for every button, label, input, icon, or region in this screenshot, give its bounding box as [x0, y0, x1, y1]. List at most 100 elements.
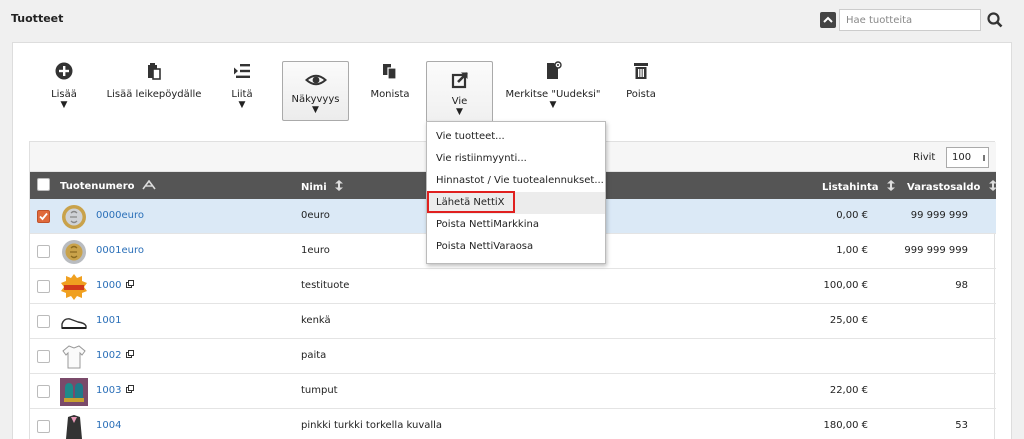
paste-button[interactable]: Liitä ▼	[227, 61, 257, 123]
shoe-thumbnail	[61, 318, 87, 329]
rows-label: Rivit	[913, 152, 936, 163]
menu-item-remove-nettivaraosa[interactable]: Poista NettiVaraosa	[427, 236, 605, 258]
search-input[interactable]	[839, 9, 981, 31]
copy-icon	[383, 64, 397, 80]
menu-item-export-cross-selling[interactable]: Vie ristiinmyynti...	[427, 148, 605, 170]
table-row[interactable]: 1003 tumput 22,00 €	[30, 374, 996, 409]
product-price: 1,00 €	[836, 245, 868, 256]
column-header-name[interactable]: Nimi	[301, 180, 344, 193]
sort-alpha-icon	[142, 179, 156, 190]
paste-dropdown-arrow: ▼	[238, 100, 246, 110]
menu-item-export-products[interactable]: Vie tuotteet...	[427, 126, 605, 148]
table-row[interactable]: 1000 testituote 100,00 € 98	[30, 269, 996, 304]
paste-label: Liitä	[231, 89, 253, 100]
rows-per-page-select[interactable]: 100	[946, 147, 989, 168]
product-name: pinkki turkki torkella kuvalla	[301, 420, 443, 431]
menu-item-price-lists[interactable]: Hinnastot / Vie tuotealennukset...	[427, 170, 605, 192]
row-checkbox-checked[interactable]	[37, 210, 50, 223]
coin-thumbnail	[62, 240, 86, 264]
column-header-price-label: Listahinta	[822, 182, 879, 193]
visibility-dropdown-arrow: ▼	[312, 105, 319, 115]
popup-icon[interactable]	[126, 385, 135, 393]
page-header: Tuotteet	[0, 0, 1024, 42]
add-label: Lisää	[51, 89, 77, 100]
mark-as-new-button[interactable]: Merkitse "Uudeksi" ▼	[499, 61, 607, 123]
delete-button[interactable]: Poista	[619, 61, 663, 123]
mark-as-new-label: Merkitse "Uudeksi"	[505, 89, 601, 100]
indent-icon	[234, 64, 250, 78]
search-options-toggle[interactable]	[820, 12, 836, 28]
product-price: 100,00 €	[823, 280, 868, 291]
new-file-icon	[547, 61, 562, 79]
table-row[interactable]: 1002 paita	[30, 339, 996, 374]
product-code-link[interactable]: 1002	[96, 350, 135, 361]
product-code-link[interactable]: 0001euro	[96, 245, 144, 256]
row-checkbox[interactable]	[37, 420, 50, 433]
delete-label: Poista	[626, 89, 656, 100]
product-code-text: 1003	[96, 385, 122, 396]
product-price: 22,00 €	[829, 385, 868, 396]
product-name: testituote	[301, 280, 350, 291]
highlight-box	[427, 191, 515, 213]
coin-thumbnail	[62, 205, 86, 229]
visibility-label: Näkyvyys	[291, 94, 340, 105]
row-checkbox[interactable]	[37, 280, 50, 293]
mittens-thumbnail	[60, 378, 88, 406]
column-header-stock-label: Varastosaldo	[907, 182, 981, 193]
product-name: 0euro	[301, 210, 330, 221]
product-price: 180,00 €	[823, 420, 868, 431]
coat-thumbnail	[66, 415, 82, 439]
search-icon	[987, 12, 1003, 28]
product-code-link[interactable]: 1000	[96, 280, 135, 291]
select-arrows-icon	[983, 155, 985, 161]
sort-icon	[335, 180, 344, 191]
visibility-button[interactable]: Näkyvyys ▼	[282, 61, 349, 121]
product-code-link[interactable]: 0000euro	[96, 210, 144, 221]
select-all-checkbox[interactable]	[37, 178, 50, 191]
sort-icon	[886, 180, 895, 191]
product-name: tumput	[301, 385, 338, 396]
column-header-code-label: Tuotenumero	[60, 181, 135, 192]
clipboard-icon	[148, 63, 161, 80]
product-code-link[interactable]: 1004	[96, 420, 121, 431]
product-stock: 99 999 999	[910, 210, 968, 221]
table-row[interactable]: 1001 kenkä 25,00 €	[30, 304, 996, 339]
add-dropdown-arrow: ▼	[60, 100, 68, 110]
product-price: 25,00 €	[829, 315, 868, 326]
product-stock: 98	[955, 280, 968, 291]
trash-icon	[634, 63, 648, 79]
product-name: paita	[301, 350, 327, 361]
row-checkbox[interactable]	[37, 385, 50, 398]
shirt-thumbnail	[62, 345, 86, 369]
add-to-clipboard-button[interactable]: Lisää leikepöydälle	[104, 61, 204, 123]
product-code-text: 1000	[96, 280, 122, 291]
search-button[interactable]	[986, 11, 1004, 29]
page-title: Tuotteet	[11, 12, 64, 25]
product-name: kenkä	[301, 315, 331, 326]
popup-icon[interactable]	[126, 350, 135, 358]
product-stock: 53	[955, 420, 968, 431]
product-name: 1euro	[301, 245, 330, 256]
column-header-price[interactable]: Listahinta	[822, 180, 895, 193]
export-dropdown-arrow: ▼	[456, 107, 463, 117]
export-label: Vie	[451, 96, 468, 107]
row-checkbox[interactable]	[37, 350, 50, 363]
plus-circle-icon	[55, 62, 73, 80]
menu-item-remove-nettimarkkina[interactable]: Poista NettiMarkkina	[427, 214, 605, 236]
row-checkbox[interactable]	[37, 315, 50, 328]
add-button[interactable]: Lisää ▼	[47, 61, 81, 123]
row-checkbox[interactable]	[37, 245, 50, 258]
product-code-text: 1002	[96, 350, 122, 361]
popup-icon[interactable]	[126, 280, 135, 288]
duplicate-button[interactable]: Monista	[368, 61, 412, 123]
product-price: 0,00 €	[836, 210, 868, 221]
product-code-link[interactable]: 1001	[96, 315, 121, 326]
column-header-stock[interactable]: Varastosaldo	[907, 180, 997, 193]
product-code-link[interactable]: 1003	[96, 385, 135, 396]
product-stock: 999 999 999	[904, 245, 968, 256]
eye-icon	[304, 74, 327, 86]
column-header-name-label: Nimi	[301, 182, 327, 193]
column-header-code[interactable]: Tuotenumero	[60, 179, 156, 192]
rows-per-page-value: 100	[952, 152, 972, 163]
table-row[interactable]: 1004 pinkki turkki torkella kuvalla 180,…	[30, 409, 996, 439]
